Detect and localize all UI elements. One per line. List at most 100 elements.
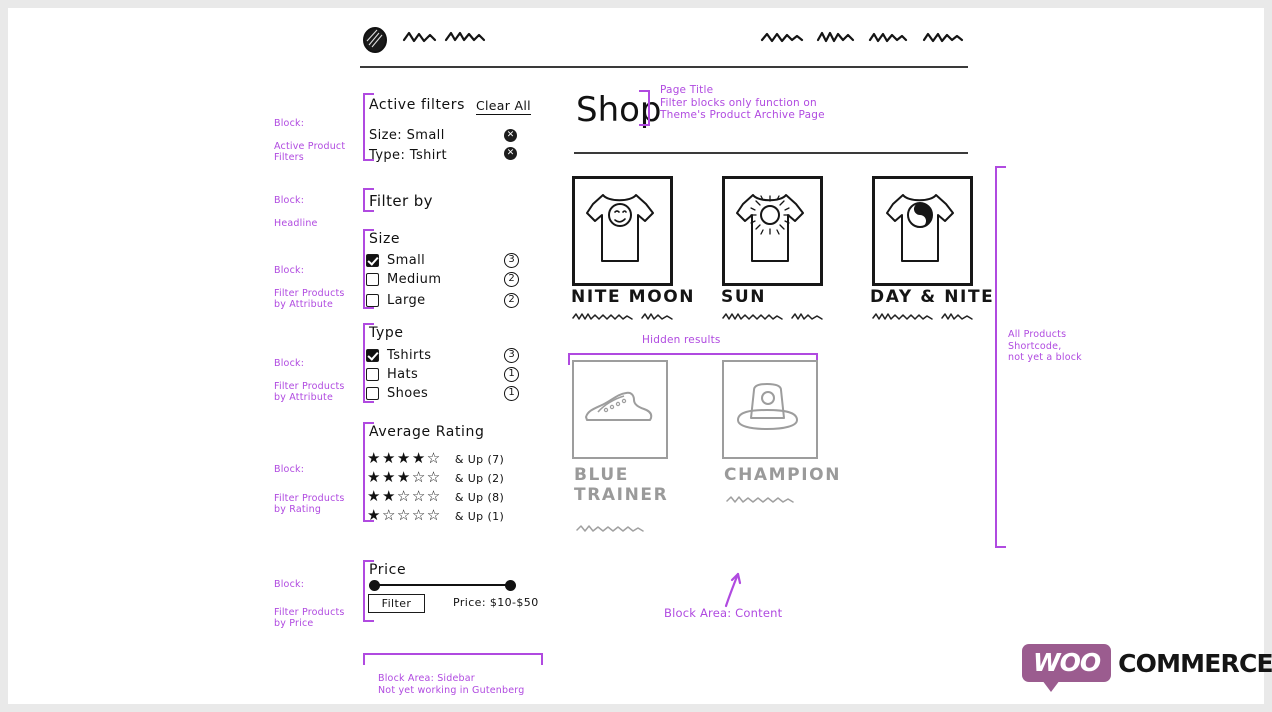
- hidden-product-card-image[interactable]: [722, 360, 818, 459]
- stars-filled-icon: ★★: [367, 487, 397, 505]
- price-filter-button[interactable]: Filter: [368, 594, 425, 613]
- hidden-product-name[interactable]: CHAMPION: [724, 465, 841, 485]
- woo-bubble-icon: WOO: [1022, 644, 1112, 692]
- annotation-label: Block:: [274, 264, 305, 276]
- hidden-product-meta-scribble: [726, 491, 816, 510]
- checkbox-type-tshirts[interactable]: [366, 349, 379, 362]
- hidden-product-name[interactable]: BLUE TRAINER: [574, 465, 684, 505]
- stars-filled-icon: ★★★★: [367, 449, 427, 467]
- annotation-label: Block:: [274, 578, 305, 590]
- product-name[interactable]: SUN: [721, 287, 766, 307]
- rating-row[interactable]: ★★★☆☆ & Up (2): [367, 467, 504, 486]
- rating-row[interactable]: ★★☆☆☆ & Up (8): [367, 486, 504, 505]
- price-slider-track[interactable]: [373, 584, 513, 587]
- site-title-scribble: [402, 30, 507, 50]
- clear-all-link[interactable]: Clear All: [476, 98, 531, 115]
- filter-type-option-label[interactable]: Shoes: [387, 386, 428, 401]
- rating-row-label: & Up (8): [454, 491, 505, 504]
- woo-wordmark: WOO: [1033, 648, 1101, 677]
- product-card-image[interactable]: [872, 176, 973, 286]
- annotation-detail: Filter Products by Attribute: [274, 380, 345, 404]
- filter-size-title: Size: [369, 231, 401, 247]
- header-nav-scribbles[interactable]: [760, 30, 975, 50]
- product-name[interactable]: DAY & NITE: [870, 287, 994, 307]
- header-divider: [360, 66, 968, 68]
- bracket-hidden-results: [568, 353, 818, 365]
- filter-rating-title: Average Rating: [369, 424, 485, 440]
- close-circle-icon[interactable]: ✕: [504, 147, 517, 160]
- rating-row-label: & Up (2): [454, 472, 505, 485]
- stars-empty-icon: ☆☆☆: [396, 487, 442, 505]
- annotation-detail: Active Product Filters: [274, 140, 346, 164]
- filter-by-headline: Filter by: [369, 192, 433, 210]
- rating-row-label: & Up (7): [454, 453, 505, 466]
- stars-filled-icon: ★: [367, 506, 382, 524]
- site-logo-icon[interactable]: [360, 26, 390, 54]
- stars-filled-icon: ★★★: [367, 468, 412, 486]
- filter-price-title: Price: [369, 562, 407, 578]
- checkbox-size-large[interactable]: [366, 294, 379, 307]
- bracket-page-title: [638, 90, 650, 126]
- annotation-label: Block:: [274, 117, 305, 129]
- close-circle-icon[interactable]: ✕: [504, 129, 517, 142]
- annotation-label: Block:: [274, 463, 305, 475]
- bracket-sidebar-area: [363, 653, 543, 665]
- rating-row[interactable]: ★☆☆☆☆ & Up (1): [367, 505, 504, 524]
- product-name[interactable]: NITE MOON: [571, 287, 695, 307]
- stars-empty-icon: ☆: [426, 449, 442, 467]
- active-filters-title: Active filters: [369, 97, 466, 113]
- filter-type-title: Type: [369, 325, 404, 341]
- stars-empty-icon: ☆☆☆☆: [381, 506, 442, 524]
- annotation-block-price: Block: Filter Products by Price: [274, 567, 345, 641]
- hidden-product-card-image[interactable]: [572, 360, 668, 459]
- filter-size-option-count: 2: [504, 293, 519, 308]
- annotation-page-title: Page Title Filter blocks only function o…: [660, 84, 825, 121]
- active-filter-item: Size: Small: [369, 128, 445, 143]
- annotation-detail: Filter Products by Rating: [274, 492, 345, 516]
- product-meta-scribble: [722, 308, 832, 327]
- checkbox-type-hats[interactable]: [366, 368, 379, 381]
- filter-type-option-count: 1: [504, 386, 519, 401]
- annotation-label: Block:: [274, 357, 305, 369]
- annotation-sidebar-area: Block Area: Sidebar Not yet working in G…: [378, 673, 525, 696]
- annotation-hidden-results: Hidden results: [642, 334, 721, 346]
- filter-size-option-count: 2: [504, 272, 519, 287]
- commerce-wordmark: COMMERCE: [1118, 648, 1272, 678]
- filter-size-option-label[interactable]: Large: [387, 293, 426, 308]
- annotation-detail: Filter Products by Attribute: [274, 287, 345, 311]
- annotation-detail: Headline: [274, 217, 318, 229]
- content-divider: [574, 152, 968, 154]
- annotation-block-attribute-size: Block: Filter Products by Attribute: [274, 253, 345, 322]
- woocommerce-logo: WOO COMMERCE: [1022, 644, 1272, 692]
- active-filter-item: Type: Tshirt: [369, 148, 448, 163]
- product-meta-scribble: [572, 308, 682, 327]
- annotation-block-rating: Block: Filter Products by Rating: [274, 452, 345, 527]
- filter-size-option-count: 3: [504, 253, 519, 268]
- annotation-all-products: All Products Shortcode, not yet a block: [1008, 329, 1082, 363]
- filter-size-option-label[interactable]: Small: [387, 253, 425, 268]
- product-card-image[interactable]: [722, 176, 823, 286]
- filter-size-option-label[interactable]: Medium: [387, 272, 441, 287]
- checkbox-size-medium[interactable]: [366, 273, 379, 286]
- filter-type-option-label[interactable]: Hats: [387, 367, 418, 382]
- product-meta-scribble: [872, 308, 982, 327]
- price-range-label: Price: $10-$50: [453, 596, 539, 609]
- product-card-image[interactable]: [572, 176, 673, 286]
- price-slider-min-handle[interactable]: [369, 580, 380, 591]
- checkbox-type-shoes[interactable]: [366, 387, 379, 400]
- annotation-label: Block:: [274, 194, 305, 206]
- filter-type-option-count: 3: [504, 348, 519, 363]
- checkbox-size-small[interactable]: [366, 254, 379, 267]
- annotation-detail: Filter Products by Price: [274, 606, 345, 630]
- filter-type-option-label[interactable]: Tshirts: [387, 348, 431, 363]
- hidden-product-meta-scribble: [576, 520, 666, 539]
- filter-type-option-count: 1: [504, 367, 519, 382]
- stars-empty-icon: ☆☆: [411, 468, 442, 486]
- annotation-block-active-filters: Block: Active Product Filters: [274, 106, 345, 175]
- annotation-block-attribute-type: Block: Filter Products by Attribute: [274, 346, 345, 415]
- wireframe-page: Block: Active Product Filters Block: Hea…: [8, 8, 1272, 704]
- rating-row[interactable]: ★★★★☆ & Up (7): [367, 448, 504, 467]
- rating-row-label: & Up (1): [454, 510, 505, 523]
- bracket-all-products: [995, 166, 1007, 548]
- price-slider-max-handle[interactable]: [505, 580, 516, 591]
